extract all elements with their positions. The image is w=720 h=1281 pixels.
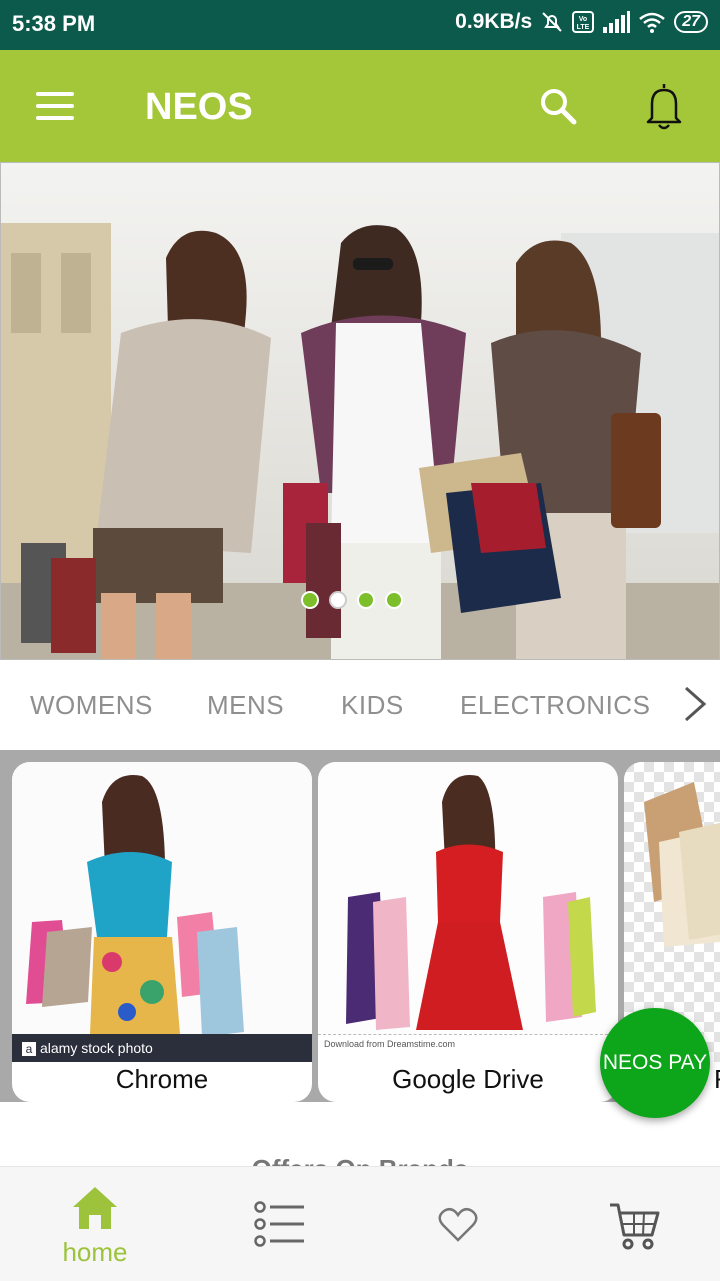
alamy-logo-icon: a: [22, 1042, 36, 1056]
status-icons: 0.9KB/s Vo LTE 27: [455, 10, 708, 34]
category-tab-kids[interactable]: KIDS: [341, 690, 404, 721]
battery-icon: 27: [674, 11, 708, 33]
svg-text:LTE: LTE: [577, 24, 590, 31]
neos-pay-button[interactable]: NEOS PAY: [600, 1008, 710, 1118]
home-icon: [73, 1187, 117, 1229]
nav-categories[interactable]: [240, 1167, 320, 1281]
nav-home[interactable]: home: [40, 1167, 150, 1281]
offers-section: Offers On Brands: [0, 1102, 720, 1166]
watermark-bar: a alamy stock photo: [12, 1034, 312, 1062]
network-speed: 0.9KB/s: [455, 10, 533, 33]
svg-text:Vo: Vo: [579, 16, 587, 23]
carousel-dot[interactable]: [357, 591, 375, 609]
menu-icon[interactable]: [36, 92, 76, 122]
app-title: NEOS: [145, 86, 253, 128]
heart-icon: [438, 1207, 478, 1242]
carousel-dot[interactable]: [301, 591, 319, 609]
watermark-text: alamy stock photo: [40, 1040, 153, 1056]
list-icon: [254, 1201, 304, 1247]
signal-icon: [602, 11, 631, 33]
volte-icon: Vo LTE: [572, 11, 595, 33]
wifi-icon: [638, 11, 666, 33]
carousel-dot-active[interactable]: [329, 591, 347, 609]
category-tabs: WOMENS MENS KIDS ELECTRONICS: [0, 660, 720, 750]
product-card[interactable]: Download from Dreamstime.com Google Driv…: [318, 762, 618, 1102]
watermark-bar: Download from Dreamstime.com: [318, 1034, 618, 1063]
product-image: [12, 762, 312, 1062]
bell-icon[interactable]: [640, 80, 688, 132]
status-bar: 5:38 PM 0.9KB/s Vo LTE 27: [0, 0, 720, 50]
watermark-text: Download from Dreamstime.com: [324, 1039, 456, 1049]
search-icon[interactable]: [538, 86, 578, 126]
chevron-right-icon[interactable]: [682, 684, 708, 724]
product-card[interactable]: a alamy stock photo Chrome: [12, 762, 312, 1102]
cart-icon: [610, 1203, 660, 1250]
mute-alarm-icon: [540, 10, 564, 34]
carousel-indicators: [301, 591, 403, 609]
category-tab-womens[interactable]: WOMENS: [30, 690, 153, 721]
banner-image: [1, 163, 719, 659]
category-tab-electronics[interactable]: ELECTRONICS: [460, 690, 650, 721]
carousel-dot[interactable]: [385, 591, 403, 609]
nav-wishlist[interactable]: [420, 1167, 500, 1281]
product-label: Google Drive: [392, 1064, 544, 1094]
bottom-nav: home: [0, 1166, 720, 1281]
offers-title: Offers On Brands: [0, 1154, 720, 1166]
category-tab-mens[interactable]: MENS: [207, 690, 284, 721]
nav-cart[interactable]: [600, 1167, 680, 1281]
app-bar: NEOS: [0, 50, 720, 162]
status-time: 5:38 PM: [12, 11, 96, 36]
banner-carousel[interactable]: [0, 162, 720, 660]
product-label: Chrome: [115, 1064, 209, 1094]
nav-home-label: home: [62, 1237, 128, 1267]
product-image: [318, 762, 618, 1062]
